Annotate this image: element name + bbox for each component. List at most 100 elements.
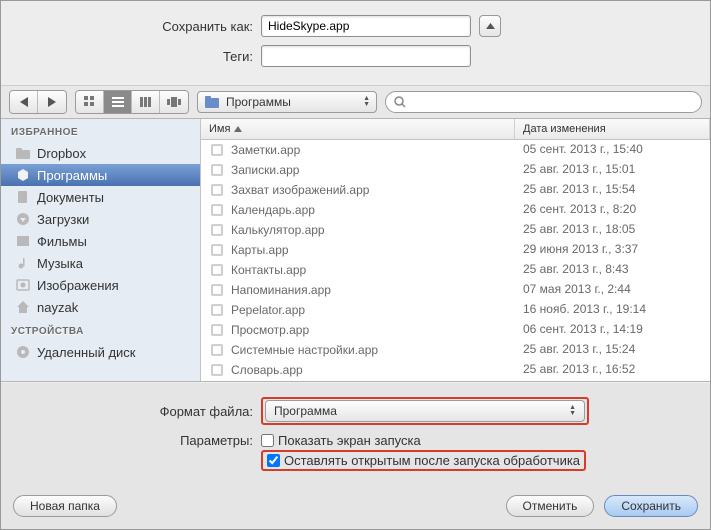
select-arrows-icon: ▲▼: [569, 405, 576, 417]
sidebar-item-label: Загрузки: [37, 212, 89, 227]
sidebar-item-label: nayzak: [37, 300, 78, 315]
sidebar-item-home[interactable]: nayzak: [1, 296, 200, 318]
search-box[interactable]: [385, 91, 702, 113]
documents-icon: [15, 189, 31, 205]
forward-button[interactable]: [38, 91, 66, 113]
file-name: Заметки.app: [231, 143, 300, 157]
view-icon-button[interactable]: [76, 91, 104, 113]
file-date: 06 сент. 2013 г., 14:19: [523, 322, 643, 336]
sidebar-item-pictures[interactable]: Изображения: [1, 274, 200, 296]
file-date: 25 авг. 2013 г., 15:01: [523, 162, 635, 176]
stay-open-checkbox-row[interactable]: Оставлять открытым после запуска обработ…: [267, 453, 580, 468]
options-section: Формат файла: Программа ▲▼ Параметры: По…: [1, 382, 710, 487]
file-date: 25 авг. 2013 г., 15:24: [523, 342, 635, 356]
sidebar-item-label: Документы: [37, 190, 104, 205]
table-row[interactable]: Захват изображений.app25 авг. 2013 г., 1…: [201, 180, 710, 200]
movies-icon: [15, 233, 31, 249]
table-row[interactable]: Карты.app29 июня 2013 г., 3:37: [201, 240, 710, 260]
file-list-body[interactable]: Заметки.app 05 сент. 2013 г., 15:40 Записк…: [201, 140, 710, 381]
table-row[interactable]: Заметки.app 05 сент. 2013 г., 15:40: [201, 140, 710, 160]
folder-icon: [15, 145, 31, 161]
sidebar-item-music[interactable]: Музыка: [1, 252, 200, 274]
save-button[interactable]: Сохранить: [604, 495, 698, 517]
app-icon: [209, 222, 225, 238]
file-browser: ИЗБРАННОЕ Dropbox Программы Документы За…: [1, 119, 710, 382]
file-name: Напоминания.app: [231, 283, 331, 297]
button-row: Новая папка Отменить Сохранить: [1, 487, 710, 529]
file-name: Захват изображений.app: [231, 183, 369, 197]
stay-open-checkbox[interactable]: [267, 454, 280, 467]
coverflow-icon: [167, 97, 181, 107]
column-header-date[interactable]: Дата изменения: [515, 119, 710, 139]
app-icon: [209, 302, 225, 318]
save-as-input[interactable]: [261, 15, 471, 37]
save-as-label: Сохранить как:: [11, 19, 261, 34]
table-row[interactable]: Сообщения.app08 мая 2012 г., 7:21: [201, 380, 710, 381]
app-icon: [209, 322, 225, 338]
file-date: 26 сент. 2013 г., 8:20: [523, 202, 636, 216]
column-header-name[interactable]: Имя: [201, 119, 515, 139]
sort-asc-icon: [234, 126, 242, 132]
chevron-right-icon: [48, 97, 56, 107]
highlight-stay-open: Оставлять открытым после запуска обработ…: [261, 450, 586, 471]
chevron-left-icon: [20, 97, 28, 107]
sidebar-item-remote-disc[interactable]: Удаленный диск: [1, 341, 200, 363]
table-row[interactable]: Контакты.app25 авг. 2013 г., 8:43: [201, 260, 710, 280]
grid-icon: [84, 96, 96, 108]
collapse-button[interactable]: [479, 15, 501, 37]
table-row[interactable]: Просмотр.app 06 сент. 2013 г., 14:19: [201, 320, 710, 340]
save-dialog: Сохранить как: Теги: Программы ▲▼: [0, 0, 711, 530]
sidebar-devices-header: УСТРОЙСТВА: [1, 318, 200, 341]
table-row[interactable]: Словарь.app 25 авг. 2013 г., 16:52: [201, 360, 710, 380]
location-select[interactable]: Программы ▲▼: [197, 91, 377, 113]
sidebar-item-movies[interactable]: Фильмы: [1, 230, 200, 252]
sidebar-item-downloads[interactable]: Загрузки: [1, 208, 200, 230]
music-icon: [15, 255, 31, 271]
view-coverflow-button[interactable]: [160, 91, 188, 113]
table-row[interactable]: Календарь.app26 сент. 2013 г., 8:20: [201, 200, 710, 220]
file-date: 25 авг. 2013 г., 18:05: [523, 222, 635, 236]
sidebar-favorites-header: ИЗБРАННОЕ: [1, 119, 200, 142]
app-icon: [209, 282, 225, 298]
sidebar-item-label: Dropbox: [37, 146, 86, 161]
view-list-button[interactable]: [104, 91, 132, 113]
top-section: Сохранить как: Теги:: [1, 1, 710, 85]
format-select[interactable]: Программа ▲▼: [265, 400, 585, 422]
columns-icon: [140, 97, 152, 107]
file-date: 16 нояб. 2013 г., 19:14: [523, 302, 646, 316]
back-button[interactable]: [10, 91, 38, 113]
file-name: Просмотр.app: [231, 323, 309, 337]
cancel-button[interactable]: Отменить: [506, 495, 595, 517]
search-input[interactable]: [410, 95, 693, 109]
applications-folder-icon: [204, 94, 220, 110]
view-columns-button[interactable]: [132, 91, 160, 113]
home-icon: [15, 299, 31, 315]
format-select-value: Программа: [274, 404, 337, 418]
table-row[interactable]: Записки.app25 авг. 2013 г., 15:01: [201, 160, 710, 180]
sidebar: ИЗБРАННОЕ Dropbox Программы Документы За…: [1, 119, 201, 381]
show-startup-checkbox[interactable]: [261, 434, 274, 447]
tags-input[interactable]: [261, 45, 471, 67]
select-arrows-icon: ▲▼: [363, 96, 370, 108]
file-date: 25 авг. 2013 г., 16:52: [523, 362, 635, 376]
tags-label: Теги:: [11, 49, 261, 64]
applications-icon: [15, 167, 31, 183]
show-startup-checkbox-row[interactable]: Показать экран запуска: [261, 433, 421, 448]
table-row[interactable]: Напоминания.app07 мая 2013 г., 2:44: [201, 280, 710, 300]
sidebar-item-applications[interactable]: Программы: [1, 164, 200, 186]
file-name: Pepelator.app: [231, 303, 305, 317]
table-row[interactable]: Pepelator.app 16 нояб. 2013 г., 19:14: [201, 300, 710, 320]
file-name: Калькулятор.app: [231, 223, 325, 237]
table-row[interactable]: Калькулятор.app 25 авг. 2013 г., 18:05: [201, 220, 710, 240]
sidebar-item-documents[interactable]: Документы: [1, 186, 200, 208]
list-icon: [112, 97, 124, 107]
file-name: Контакты.app: [231, 263, 306, 277]
sidebar-item-dropbox[interactable]: Dropbox: [1, 142, 200, 164]
file-name: Словарь.app: [231, 363, 303, 377]
app-icon: [209, 202, 225, 218]
file-date: 29 июня 2013 г., 3:37: [523, 242, 638, 256]
new-folder-button[interactable]: Новая папка: [13, 495, 117, 517]
file-date: 05 сент. 2013 г., 15:40: [523, 142, 643, 156]
view-buttons: [75, 90, 189, 114]
table-row[interactable]: Системные настройки.app25 авг. 2013 г., …: [201, 340, 710, 360]
